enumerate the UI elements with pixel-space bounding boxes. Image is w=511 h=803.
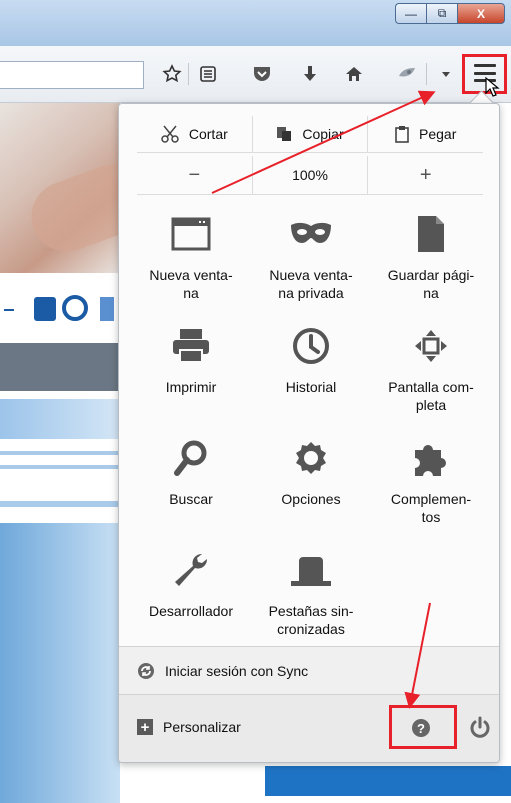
fullscreen-icon [409,324,453,368]
menu-item-label: Imprimir [165,379,217,395]
menu-item-label: Opciones [281,491,341,507]
clipboard-icon [395,126,409,143]
find-button[interactable]: Buscar [131,436,251,548]
synced-tabs-button[interactable]: Pestañas sin- cronizadas [251,548,371,660]
options-button[interactable]: Opciones [251,436,371,548]
minimize-button[interactable]: — [395,3,426,24]
page-divider [0,465,120,469]
help-icon[interactable]: ? [412,719,430,737]
page-content-block [0,523,120,803]
menu-item-label: Nueva venta- na privada [269,267,353,301]
customize-button[interactable]: + Personalizar [137,719,241,735]
cut-label: Cortar [188,126,228,142]
close-button[interactable]: X [457,3,505,24]
page-divider [0,451,120,455]
sync-signin-button[interactable]: Iniciar sesión con Sync [119,646,499,694]
download-icon[interactable] [298,61,322,87]
zoom-out-button[interactable]: − [137,156,253,194]
page-divider [0,501,120,507]
menu-item-label: Nueva venta- na [149,267,233,301]
page-footer-block [265,766,511,796]
paste-label: Pegar [419,126,457,142]
printer-icon [169,324,213,368]
sync-icon [138,662,154,679]
print-button[interactable]: Imprimir [131,324,251,436]
synced-tabs-icon [289,548,333,592]
edit-controls: Cortar Copiar Pegar [137,116,483,153]
zoom-level: 100% [292,167,328,183]
menu-item-label: Desarrollador [148,603,234,619]
page-nav-bar [0,343,120,391]
save-page-button[interactable]: Guardar pági- na [371,212,491,324]
menu-item-label: Complemen- tos [390,491,472,525]
zoom-controls: − 100% + [137,156,483,195]
page-banner [0,399,120,439]
hero-image [0,103,159,273]
developer-button[interactable]: Desarrollador [131,548,251,660]
partner-logos [0,291,120,331]
restore-button[interactable]: ⧉ [426,3,457,24]
bookmark-star-icon[interactable] [160,61,184,87]
url-bar[interactable] [0,61,144,89]
minus-icon: − [188,163,201,186]
plus-icon: + [419,163,432,186]
firefox-menu-panel: Cortar Copiar Pegar − 100% + Nueva venta… [118,103,500,763]
navigation-toolbar [0,46,511,103]
gear-icon [289,436,333,480]
cut-button[interactable]: Cortar [137,116,253,152]
toolbar-separator [426,63,427,85]
zoom-reset-button[interactable]: 100% [253,156,369,194]
addons-button[interactable]: Complemen- tos [371,436,491,548]
new-window-button[interactable]: Nueva venta- na [131,212,251,324]
restore-icon: ⧉ [437,6,447,20]
menu-item-label: Guardar pági- na [387,267,475,301]
wrench-icon [169,548,213,592]
extension-icon[interactable] [395,61,419,87]
dropdown-icon[interactable] [434,61,458,87]
copy-icon [277,127,292,141]
panel-footer: + Personalizar ? [119,694,499,762]
close-icon: X [476,6,485,21]
pocket-icon[interactable] [250,61,274,87]
private-mask-icon [289,212,333,256]
history-button[interactable]: Historial [251,324,371,436]
paste-button[interactable]: Pegar [368,116,483,152]
menu-item-label: Buscar [169,491,213,507]
sync-label: Iniciar sesión con Sync [165,662,309,679]
history-clock-icon [289,324,333,368]
puzzle-icon [409,436,453,480]
menu-item-label: Pestañas sin- cronizadas [268,603,354,637]
zoom-in-button[interactable]: + [368,156,483,194]
private-window-button[interactable]: Nueva venta- na privada [251,212,371,324]
customize-label: Personalizar [163,719,241,735]
home-icon[interactable] [342,61,366,87]
copy-button[interactable]: Copiar [253,116,369,152]
menu-item-label: Historial [285,379,337,395]
quit-power-icon[interactable] [468,716,492,740]
menu-item-label: Pantalla com- pleta [388,379,474,413]
new-window-icon [169,212,213,256]
search-icon [169,436,213,480]
reading-list-icon[interactable] [196,61,220,87]
plus-box-icon: + [137,719,153,735]
save-page-icon [409,212,453,256]
window-controls: — ⧉ X [395,3,505,24]
scissors-icon [161,125,179,143]
toolbar-separator [188,63,189,85]
minimize-icon: — [405,6,417,21]
copy-label: Copiar [302,126,344,142]
fullscreen-button[interactable]: Pantalla com- pleta [371,324,491,436]
title-bar: — ⧉ X [0,0,511,46]
